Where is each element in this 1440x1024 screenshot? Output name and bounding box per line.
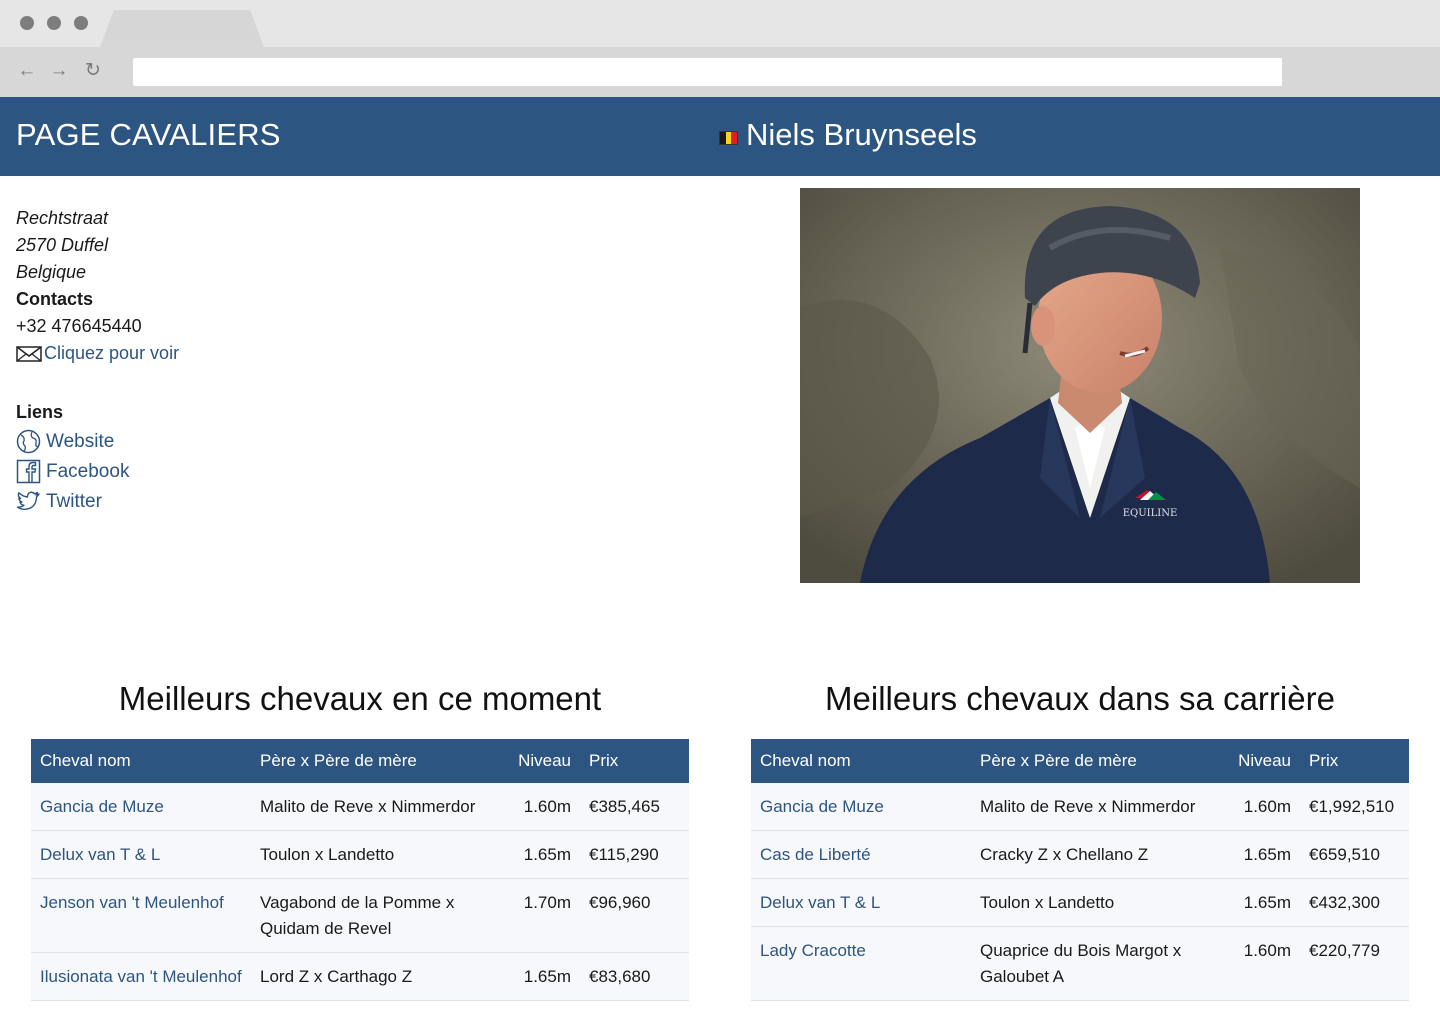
browser-tab[interactable] xyxy=(100,10,264,47)
level-cell: 1.70m xyxy=(523,893,571,912)
rider-photo: EQUILINE xyxy=(800,188,1360,583)
career-horses-title: Meilleurs chevaux dans sa carrière xyxy=(825,680,1335,717)
table-header-row: Cheval nom Père x Père de mère Niveau Pr… xyxy=(31,739,689,783)
level-cell: 1.60m xyxy=(1243,797,1291,816)
facebook-icon xyxy=(16,459,41,483)
envelope-icon xyxy=(16,345,42,362)
price-cell: €115,290 xyxy=(589,845,659,864)
horse-link[interactable]: Gancia de Muze xyxy=(31,783,251,831)
col-level[interactable]: Niveau xyxy=(498,739,580,783)
pedigree-cell: Quaprice du Bois Margot x Galoubet A xyxy=(980,941,1182,986)
website-link[interactable]: Website xyxy=(46,428,114,455)
col-pedigree[interactable]: Père x Père de mère xyxy=(971,739,1218,783)
table-row: Gancia de Muze Malito de Reve x Nimmerdo… xyxy=(31,783,689,831)
level-cell: 1.60m xyxy=(1243,941,1291,960)
level-cell: 1.65m xyxy=(523,967,571,986)
price-cell: €432,300 xyxy=(1309,893,1380,912)
price-cell: €659,510 xyxy=(1309,845,1380,864)
horse-link[interactable]: Gancia de Muze xyxy=(751,783,971,831)
pedigree-cell: Cracky Z x Chellano Z xyxy=(980,845,1149,864)
facebook-link-row[interactable]: Facebook xyxy=(16,456,179,486)
table-header-row: Cheval nom Père x Père de mère Niveau Pr… xyxy=(751,739,1409,783)
level-cell: 1.60m xyxy=(523,797,571,816)
horse-link[interactable]: Delux van T & L xyxy=(31,831,251,879)
col-horse-name[interactable]: Cheval nom xyxy=(751,739,971,783)
back-arrow-icon[interactable]: ← xyxy=(16,60,38,82)
col-price[interactable]: Prix xyxy=(580,739,689,783)
pedigree-cell: Lord Z x Carthago Z xyxy=(260,967,413,986)
twitter-link-row[interactable]: Twitter xyxy=(16,486,179,516)
pedigree-cell: Malito de Reve x Nimmerdor xyxy=(260,797,476,816)
horse-link[interactable]: Cas de Liberté xyxy=(751,831,971,879)
address-country: Belgique xyxy=(16,262,87,282)
email-row[interactable]: Cliquez pour voir xyxy=(16,340,179,367)
price-cell: €96,960 xyxy=(589,893,651,912)
globe-icon xyxy=(16,429,41,453)
career-horses-table: Cheval nom Père x Père de mère Niveau Pr… xyxy=(751,739,1409,1001)
contact-panel: Rechtstraat 2570 Duffel Belgique Contact… xyxy=(16,205,179,516)
browser-titlebar xyxy=(0,0,1440,47)
price-cell: €1,992,510 xyxy=(1309,797,1395,816)
price-cell: €83,680 xyxy=(589,967,651,986)
pedigree-cell: Toulon x Landetto xyxy=(260,845,395,864)
pedigree-cell: Malito de Reve x Nimmerdor xyxy=(980,797,1196,816)
address-city: 2570 Duffel xyxy=(16,235,109,255)
level-cell: 1.65m xyxy=(523,845,571,864)
table-row: Cas de Liberté Cracky Z x Chellano Z 1.6… xyxy=(751,830,1409,879)
equiline-logo: EQUILINE xyxy=(1123,508,1178,519)
col-horse-name[interactable]: Cheval nom xyxy=(31,739,251,783)
address-bar[interactable] xyxy=(133,58,1282,86)
horse-link[interactable]: Jenson van 't Meulenhof xyxy=(31,879,251,953)
reload-icon[interactable]: ↻ xyxy=(82,60,104,82)
belgium-flag-icon xyxy=(719,131,738,145)
twitter-bird-icon xyxy=(16,491,40,510)
level-cell: 1.65m xyxy=(1243,893,1291,912)
website-link-row[interactable]: Website xyxy=(16,426,179,456)
links-heading: Liens xyxy=(16,402,64,422)
price-cell: €385,465 xyxy=(589,797,660,816)
current-horses-title: Meilleurs chevaux en ce moment xyxy=(118,680,602,717)
facebook-link[interactable]: Facebook xyxy=(46,458,129,485)
contacts-label: Contacts xyxy=(16,289,94,309)
current-horses-table: Cheval nom Père x Père de mère Niveau Pr… xyxy=(31,739,689,1001)
table-row: Delux van T & L Toulon x Landetto 1.65m … xyxy=(31,830,689,879)
col-level[interactable]: Niveau xyxy=(1218,739,1300,783)
maximize-window-dot[interactable] xyxy=(74,16,88,30)
price-cell: €220,779 xyxy=(1309,941,1380,960)
table-row: Jenson van 't Meulenhof Vagabond de la P… xyxy=(31,878,689,953)
horse-link[interactable]: Ilusionata van 't Meulenhof xyxy=(31,953,251,1001)
email-reveal-link[interactable]: Cliquez pour voir xyxy=(44,340,179,367)
horse-link[interactable]: Delux van T & L xyxy=(751,879,971,927)
rider-heading: Niels Bruynseels xyxy=(719,117,977,153)
minimize-window-dot[interactable] xyxy=(47,16,61,30)
page-header: PAGE CAVALIERS Niels Bruynseels xyxy=(0,97,1440,176)
col-price[interactable]: Prix xyxy=(1300,739,1409,783)
address-street: Rechtstraat xyxy=(16,208,109,228)
level-cell: 1.65m xyxy=(1243,845,1291,864)
table-row: Ilusionata van 't Meulenhof Lord Z x Car… xyxy=(31,952,689,1001)
table-row: Lady Cracotte Quaprice du Bois Margot x … xyxy=(751,926,1409,1001)
table-row: Gancia de Muze Malito de Reve x Nimmerdo… xyxy=(751,783,1409,831)
page-title: PAGE CAVALIERS xyxy=(16,117,281,152)
twitter-link[interactable]: Twitter xyxy=(46,488,102,515)
pedigree-cell: Toulon x Landetto xyxy=(980,893,1115,912)
horse-link[interactable]: Lady Cracotte xyxy=(751,927,971,1001)
close-window-dot[interactable] xyxy=(20,16,34,30)
forward-arrow-icon[interactable]: → xyxy=(48,60,70,82)
pedigree-cell: Vagabond de la Pomme x Quidam de Revel xyxy=(260,893,455,938)
table-row: Delux van T & L Toulon x Landetto 1.65m … xyxy=(751,878,1409,927)
rider-name: Niels Bruynseels xyxy=(746,117,977,152)
phone-number: +32 476645440 xyxy=(16,316,142,336)
col-pedigree[interactable]: Père x Père de mère xyxy=(251,739,498,783)
